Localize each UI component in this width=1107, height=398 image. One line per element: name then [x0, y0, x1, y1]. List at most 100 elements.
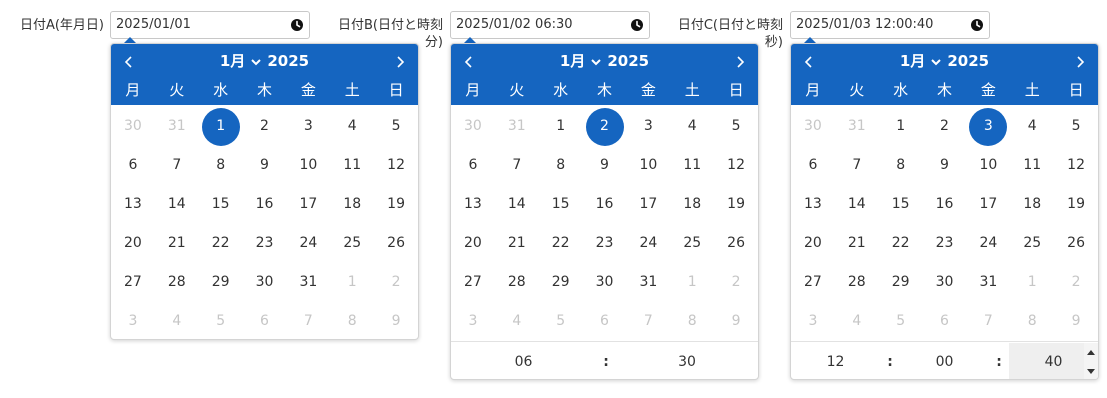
day-cell[interactable]: 5 [199, 302, 243, 339]
date-a-input[interactable]: 2025/01/01 [110, 11, 310, 39]
day-cell[interactable]: 20 [791, 224, 835, 263]
day-cell[interactable]: 1 [539, 107, 583, 146]
day-cell[interactable]: 17 [626, 185, 670, 224]
day-cell[interactable]: 2 [714, 263, 758, 302]
day-cell[interactable]: 24 [286, 224, 330, 263]
chevron-down-icon[interactable] [931, 58, 942, 66]
day-cell[interactable]: 27 [791, 263, 835, 302]
day-cell[interactable]: 29 [199, 263, 243, 302]
day-cell[interactable]: 7 [626, 302, 670, 341]
day-cell[interactable]: 7 [835, 146, 879, 185]
date-a-next-month-button[interactable] [390, 52, 410, 72]
day-cell[interactable]: 23 [583, 224, 627, 263]
selected-day-cell[interactable]: 2 [583, 107, 627, 146]
day-cell[interactable]: 31 [155, 107, 199, 146]
day-cell[interactable]: 15 [539, 185, 583, 224]
chevron-down-icon[interactable] [591, 58, 602, 66]
date-c-hour[interactable]: 12 [791, 343, 880, 380]
day-cell[interactable]: 9 [714, 302, 758, 341]
day-cell[interactable]: 2 [1054, 263, 1098, 302]
day-cell[interactable]: 10 [286, 146, 330, 185]
day-cell[interactable]: 9 [1054, 302, 1098, 341]
day-cell[interactable]: 6 [243, 302, 287, 339]
day-cell[interactable]: 27 [111, 263, 155, 302]
day-cell[interactable]: 5 [879, 302, 923, 341]
day-cell[interactable]: 22 [199, 224, 243, 263]
day-cell[interactable]: 14 [495, 185, 539, 224]
day-cell[interactable]: 13 [111, 185, 155, 224]
day-cell[interactable]: 17 [966, 185, 1010, 224]
day-cell[interactable]: 23 [923, 224, 967, 263]
day-cell[interactable]: 25 [670, 224, 714, 263]
date-a-month-select[interactable]: 1月 [220, 50, 245, 72]
date-b-minute[interactable]: 30 [616, 343, 758, 380]
day-cell[interactable]: 3 [451, 302, 495, 341]
day-cell[interactable]: 21 [155, 224, 199, 263]
day-cell[interactable]: 2 [243, 107, 287, 146]
day-cell[interactable]: 8 [330, 302, 374, 339]
day-cell[interactable]: 29 [879, 263, 923, 302]
day-cell[interactable]: 10 [626, 146, 670, 185]
day-cell[interactable]: 18 [670, 185, 714, 224]
day-cell[interactable]: 14 [835, 185, 879, 224]
date-a-year[interactable]: 2025 [267, 50, 309, 72]
day-cell[interactable]: 26 [714, 224, 758, 263]
selected-day-cell[interactable]: 1 [199, 107, 243, 146]
day-cell[interactable]: 8 [199, 146, 243, 185]
day-cell[interactable]: 7 [495, 146, 539, 185]
date-c-second[interactable]: 40 [1009, 342, 1098, 379]
day-cell[interactable]: 4 [835, 302, 879, 341]
day-cell[interactable]: 9 [243, 146, 287, 185]
day-cell[interactable]: 11 [1010, 146, 1054, 185]
day-cell[interactable]: 15 [199, 185, 243, 224]
day-cell[interactable]: 7 [155, 146, 199, 185]
day-cell[interactable]: 19 [1054, 185, 1098, 224]
day-cell[interactable]: 4 [670, 107, 714, 146]
day-cell[interactable]: 7 [286, 302, 330, 339]
day-cell[interactable]: 22 [879, 224, 923, 263]
day-cell[interactable]: 1 [1010, 263, 1054, 302]
day-cell[interactable]: 6 [451, 146, 495, 185]
day-cell[interactable]: 27 [451, 263, 495, 302]
day-cell[interactable]: 3 [111, 302, 155, 339]
chevron-down-icon[interactable] [251, 58, 262, 66]
day-cell[interactable]: 11 [330, 146, 374, 185]
day-cell[interactable]: 6 [791, 146, 835, 185]
day-cell[interactable]: 9 [583, 146, 627, 185]
date-b-year[interactable]: 2025 [607, 50, 649, 72]
day-cell[interactable]: 1 [879, 107, 923, 146]
day-cell[interactable]: 5 [1054, 107, 1098, 146]
day-cell[interactable]: 12 [714, 146, 758, 185]
day-cell[interactable]: 19 [714, 185, 758, 224]
day-cell[interactable]: 1 [670, 263, 714, 302]
day-cell[interactable]: 9 [923, 146, 967, 185]
day-cell[interactable]: 5 [374, 107, 418, 146]
day-cell[interactable]: 30 [243, 263, 287, 302]
day-cell[interactable]: 5 [539, 302, 583, 341]
day-cell[interactable]: 16 [243, 185, 287, 224]
day-cell[interactable]: 21 [835, 224, 879, 263]
day-cell[interactable]: 10 [966, 146, 1010, 185]
date-b-next-month-button[interactable] [730, 52, 750, 72]
day-cell[interactable]: 19 [374, 185, 418, 224]
date-c-year[interactable]: 2025 [947, 50, 989, 72]
day-cell[interactable]: 9 [374, 302, 418, 339]
day-cell[interactable]: 17 [286, 185, 330, 224]
clock-icon[interactable] [970, 18, 984, 32]
selected-day-cell[interactable]: 3 [966, 107, 1010, 146]
date-b-input[interactable]: 2025/01/02 06:30 [450, 11, 650, 39]
day-cell[interactable]: 23 [243, 224, 287, 263]
day-cell[interactable]: 31 [286, 263, 330, 302]
day-cell[interactable]: 13 [791, 185, 835, 224]
date-c-second-spinner[interactable] [1084, 342, 1098, 379]
day-cell[interactable]: 14 [155, 185, 199, 224]
day-cell[interactable]: 8 [670, 302, 714, 341]
day-cell[interactable]: 8 [1010, 302, 1054, 341]
day-cell[interactable]: 13 [451, 185, 495, 224]
date-c-next-month-button[interactable] [1070, 52, 1090, 72]
day-cell[interactable]: 25 [1010, 224, 1054, 263]
day-cell[interactable]: 24 [626, 224, 670, 263]
day-cell[interactable]: 30 [791, 107, 835, 146]
day-cell[interactable]: 2 [374, 263, 418, 302]
clock-icon[interactable] [290, 18, 304, 32]
